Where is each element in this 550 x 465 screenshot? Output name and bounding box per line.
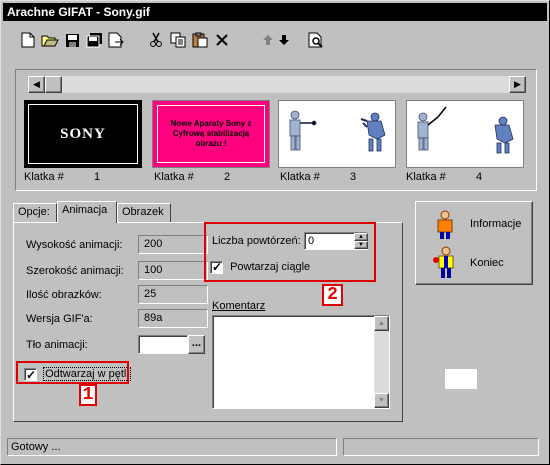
frame-1-text: SONY: [60, 125, 106, 142]
preview-icon[interactable]: [305, 29, 327, 51]
image-count-label: Ilość obrazków:: [26, 289, 102, 301]
scroll-up-icon[interactable]: ▲: [374, 316, 389, 331]
frame-label-3: Klatka #3: [280, 171, 357, 183]
frames-panel: ◀ ▶ SONY Klatka #1 Nowe Aparaty Sony z C…: [15, 69, 537, 191]
frame-thumbnail-2[interactable]: Nowe Aparaty Sony z Cyfrową stabilizacją…: [152, 100, 270, 168]
comment-scrollbar[interactable]: ▲ ▼: [374, 316, 389, 408]
scroll-thumb[interactable]: [45, 76, 62, 93]
gif-version-value: 89a: [138, 309, 208, 328]
background-browse-button[interactable]: ...: [188, 335, 205, 354]
frame-thumbnail-4[interactable]: [406, 100, 524, 168]
main-window: Arachne GIFAT - Sony.gif ◀ ▶ SONY Klatka…: [0, 0, 550, 465]
exit-button[interactable]: Koniec: [432, 246, 532, 280]
frame-label-4: Klatka #4: [406, 171, 483, 183]
background-label: Tło animacji:: [26, 339, 88, 351]
frame-3-image: [289, 110, 386, 152]
save-all-icon[interactable]: [83, 29, 105, 51]
scroll-right-icon[interactable]: ▶: [509, 76, 526, 93]
info-label: Informacje: [470, 218, 522, 230]
scroll-down-icon[interactable]: ▼: [374, 393, 389, 408]
width-label: Szerokość animacji:: [26, 265, 124, 277]
toolbar: [3, 25, 547, 55]
cut-icon[interactable]: [145, 29, 167, 51]
status-bar: Gotowy ...: [3, 437, 547, 457]
info-button[interactable]: Informacje: [432, 210, 532, 240]
frame-label-1: Klatka #1: [24, 171, 101, 183]
frame-2-text: Nowe Aparaty Sony z Cyfrową stabilizacją…: [170, 119, 252, 148]
exit-person-icon: [433, 246, 454, 278]
height-label: Wysokość animacji:: [26, 239, 123, 251]
tab-animation[interactable]: Animacja: [57, 201, 117, 223]
new-icon[interactable]: [17, 29, 39, 51]
open-icon[interactable]: [39, 29, 61, 51]
comment-label: Komentarz: [212, 300, 266, 312]
copy-icon[interactable]: [167, 29, 189, 51]
background-color-field[interactable]: [138, 335, 188, 354]
delete-icon[interactable]: [211, 29, 233, 51]
frames-scrollbar[interactable]: ◀ ▶: [28, 76, 526, 93]
frame-4-image: [417, 106, 514, 154]
side-buttons-panel: Informacje Koniec: [415, 201, 533, 285]
info-person-icon: [437, 210, 453, 239]
callout-box-2: [204, 222, 376, 282]
exit-label: Koniec: [470, 257, 504, 269]
width-value: 100: [138, 261, 208, 280]
callout-label-1: 1: [79, 384, 97, 406]
frame-label-2: Klatka #2: [154, 171, 231, 183]
comment-textarea[interactable]: ▲ ▼: [212, 315, 390, 409]
progress-bar: [343, 438, 539, 456]
callout-box-1: [16, 361, 129, 384]
image-count-value: 25: [138, 285, 208, 304]
paste-icon[interactable]: [189, 29, 211, 51]
save-icon[interactable]: [61, 29, 83, 51]
tab-image[interactable]: Obrazek: [117, 203, 171, 222]
frame-thumbnail-3[interactable]: [278, 100, 396, 168]
title-bar: Arachne GIFAT - Sony.gif: [3, 3, 547, 21]
preview-swatch: [445, 369, 477, 389]
status-text: Gotowy ...: [7, 438, 337, 456]
gif-version-label: Wersja GIF'a:: [26, 313, 93, 325]
move-down-icon[interactable]: [273, 29, 295, 51]
scroll-left-icon[interactable]: ◀: [28, 76, 45, 93]
tab-strip: Opcje: Animacja Obrazek: [13, 201, 213, 223]
callout-label-2: 2: [322, 284, 343, 306]
frame-thumbnail-1[interactable]: SONY: [24, 100, 142, 168]
tab-options[interactable]: Opcje:: [13, 203, 57, 222]
height-value: 200: [138, 235, 208, 254]
export-icon[interactable]: [105, 29, 127, 51]
